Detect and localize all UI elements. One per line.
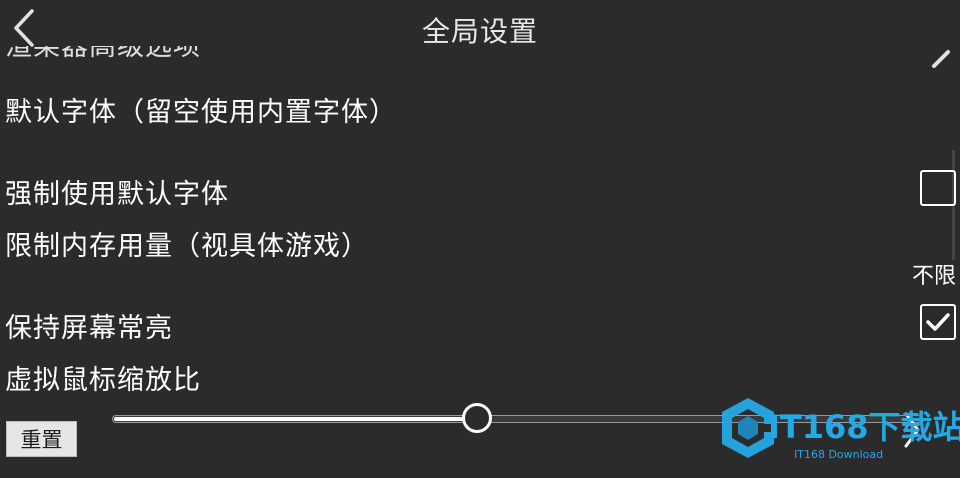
watermark: IT168下载站 IT168 Download <box>718 390 960 468</box>
setting-keep-screen-on-label: 保持屏幕常亮 <box>5 313 173 344</box>
setting-mouse-scale-label: 虚拟鼠标缩放比 <box>5 365 201 396</box>
reset-button[interactable]: 重置 <box>6 421 77 457</box>
settings-list: 渲染器高级选项 默认字体（留空使用内置字体） 强制使用默认字体 限制内存用量（视… <box>0 0 960 478</box>
watermark-subtitle: IT168 Download <box>794 448 884 461</box>
edit-arrow-icon[interactable] <box>930 48 952 68</box>
keep-screen-on-checkbox[interactable] <box>920 304 956 340</box>
setting-default-font-label[interactable]: 默认字体（留空使用内置字体） <box>5 90 397 129</box>
slider-thumb[interactable] <box>462 403 492 433</box>
setting-memory-limit-label[interactable]: 限制内存用量（视具体游戏） <box>5 224 369 263</box>
setting-renderer-advanced-label[interactable]: 渲染器高级选项 <box>5 46 201 68</box>
setting-force-default-font-label: 强制使用默认字体 <box>5 179 229 210</box>
force-default-font-checkbox[interactable] <box>920 170 956 206</box>
watermark-brand: IT168下载站 <box>768 408 960 446</box>
checkmark-icon <box>926 313 950 331</box>
slider-fill <box>114 417 477 421</box>
memory-limit-value: 不限 <box>911 264 956 289</box>
